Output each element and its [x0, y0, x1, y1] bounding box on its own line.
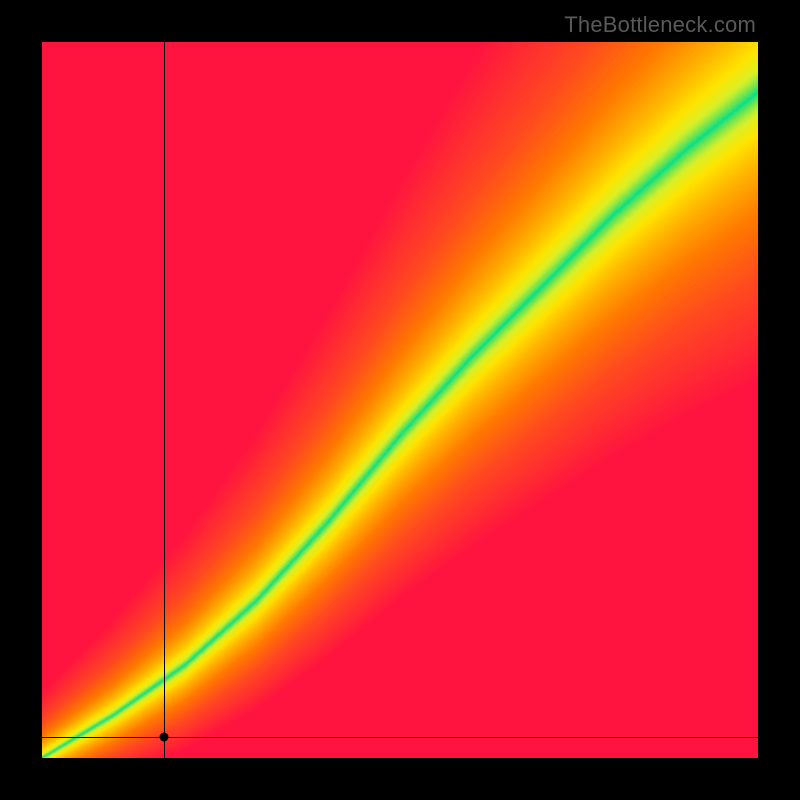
crosshair-horizontal	[42, 737, 758, 738]
chart-frame: TheBottleneck.com	[0, 0, 800, 800]
bottleneck-heatmap	[42, 42, 758, 758]
crosshair-vertical	[164, 42, 165, 758]
watermark-label: TheBottleneck.com	[564, 12, 756, 38]
plot-area	[42, 42, 758, 758]
crosshair-dot	[159, 732, 168, 741]
